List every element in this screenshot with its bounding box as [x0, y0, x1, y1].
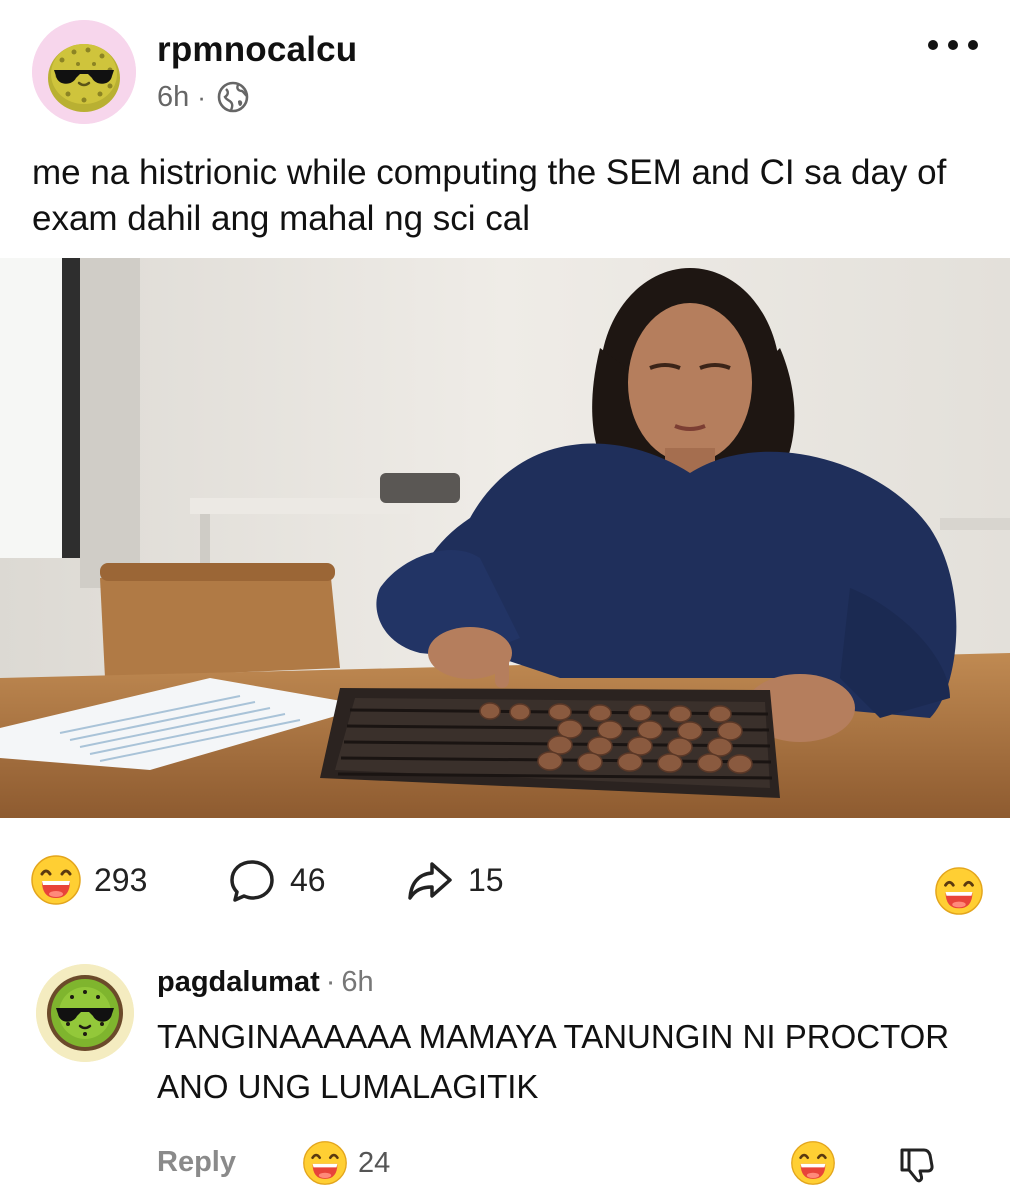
comment-text: TANGINAAAAAA MAMAYA TANUNGIN NI PROCTOR …: [157, 1018, 950, 1105]
durian-sunglasses-avatar-icon: [32, 20, 136, 124]
speech-bubble-icon: [230, 860, 274, 902]
comment-item: pagdalumat · 6h TANGINAAAAAA MAMAYA TANUNG…: [0, 952, 1010, 1200]
kiwi-sunglasses-avatar-icon: [36, 964, 134, 1062]
comment-action-bar: Reply 24: [0, 1140, 1010, 1190]
post-action-bar: 293 46 15: [0, 840, 1010, 920]
react-button[interactable]: [934, 866, 984, 916]
comment-username[interactable]: pagdalumat: [157, 966, 320, 998]
post-caption: me na histrionic while computing the SEM…: [32, 153, 947, 238]
comment-like-button[interactable]: 24: [302, 1140, 390, 1186]
post-image[interactable]: [0, 258, 1010, 818]
post-meta: 6h ·: [157, 80, 250, 114]
post-header: rpmnocalcu 6h ·: [0, 0, 1010, 140]
more-dot: [928, 40, 938, 50]
comment-author-avatar[interactable]: [36, 964, 134, 1062]
comment-count: 46: [290, 861, 326, 898]
comment-react-button[interactable]: [790, 1140, 836, 1186]
thumbs-down-icon[interactable]: [896, 1144, 936, 1184]
more-dot: [968, 40, 978, 50]
globe-icon: [217, 81, 249, 113]
comment-like-count: 24: [358, 1146, 391, 1179]
comment-time: 6h: [341, 966, 374, 998]
comment-header: pagdalumat · 6h: [157, 966, 374, 999]
more-options-button[interactable]: [928, 28, 978, 62]
meta-separator: ·: [197, 81, 206, 112]
like-count: 293: [94, 861, 148, 898]
share-arrow-icon: [408, 862, 452, 900]
share-button[interactable]: 15: [404, 854, 504, 906]
comment-separator: ·: [325, 966, 336, 998]
post-time: 6h: [157, 80, 190, 113]
post-author-avatar[interactable]: [32, 20, 136, 124]
more-dot: [948, 40, 958, 50]
grinning-emoji-icon: [935, 867, 983, 915]
comment-button[interactable]: 46: [226, 854, 326, 906]
grinning-emoji-icon: [31, 855, 81, 905]
photo-woman-using-abacus-icon: [0, 258, 1010, 818]
reply-button[interactable]: Reply: [157, 1146, 236, 1179]
grinning-emoji-icon: [303, 1141, 347, 1185]
share-count: 15: [468, 861, 504, 898]
post-username[interactable]: rpmnocalcu: [157, 30, 357, 70]
grinning-emoji-icon: [791, 1141, 835, 1185]
like-button[interactable]: 293: [30, 854, 147, 906]
